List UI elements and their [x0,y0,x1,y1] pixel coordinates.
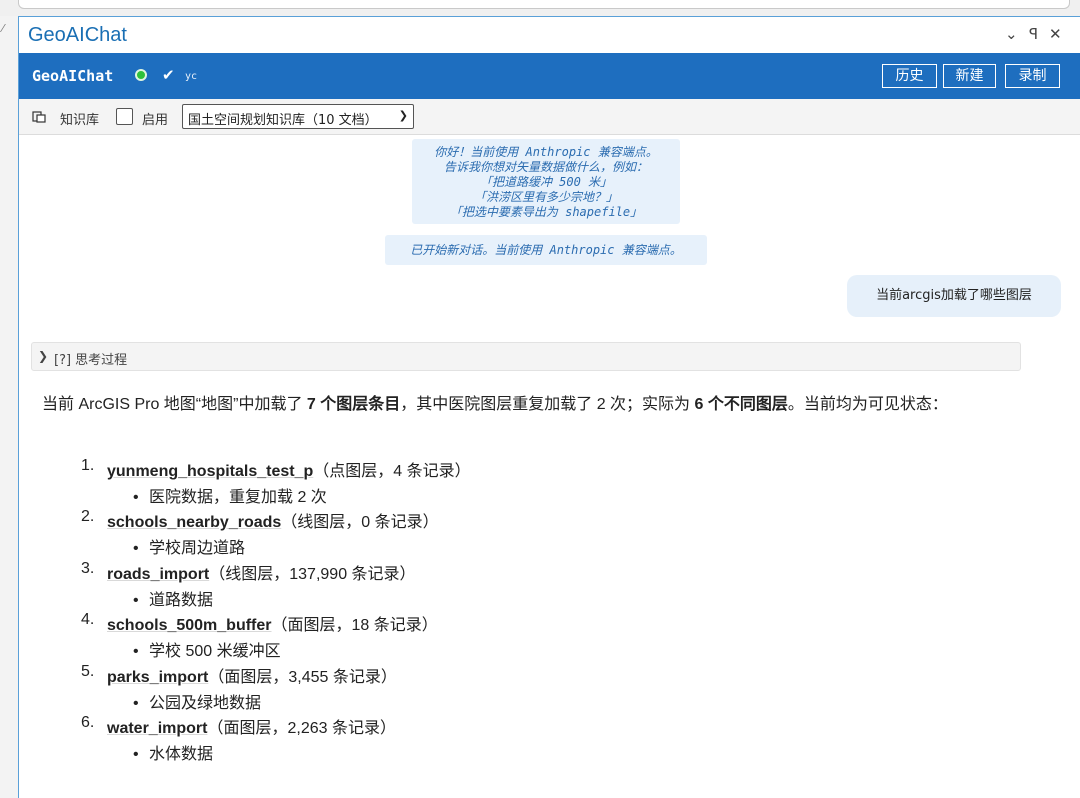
list-item: 4. schools_500m_buffer（面图层，18 条记录） • 学校 5… [63,611,963,662]
assistant-answer: 当前 ArcGIS Pro 地图“地图”中加载了 7 个图层条目，其中医院图层重… [42,392,1012,417]
kb-select-value: 国土空间规划知识库（10 文档） [188,113,378,128]
item-number: 4. [81,611,95,629]
welcome-line: 你好！当前使用 Anthropic 兼容端点。 [434,145,658,159]
chevron-right-icon: ❯ [38,349,49,363]
new-chat-notice: 已开始新对话。当前使用 Anthropic 兼容端点。 [385,235,707,265]
item-note: • 水体数据 [133,745,214,763]
status-dot [135,69,147,81]
layer-meta: （面图层，2,263 条记录） [207,719,396,737]
pane-titlebar: GeoAIChat ⌄ ꟼ ✕ [19,17,1080,53]
record-button[interactable]: 录制 [1005,64,1060,88]
pane-title: GeoAIChat [28,24,127,46]
layer-name: parks_import [107,668,209,686]
note-text: 学校周边道路 [149,540,246,558]
enable-checkbox[interactable] [116,108,133,125]
list-item: 6. water_import（面图层，2,263 条记录） • 水体数据 [63,714,963,765]
history-button[interactable]: 历史 [882,64,937,88]
kb-select[interactable]: 国土空间规划知识库（10 文档） ❯ [182,104,414,129]
chevron-down-icon: ❯ [398,109,408,122]
item-note: • 学校 500 米缓冲区 [133,643,281,661]
welcome-message: 你好！当前使用 Anthropic 兼容端点。 告诉我你想对矢量数据做什么，例如… [412,139,680,224]
item-note: • 公园及绿地数据 [133,694,262,712]
layer-meta: （点图层，4 条记录） [313,463,471,480]
thinking-label: [?] 思考过程 [54,353,128,368]
layer-meta: （面图层，18 条记录） [271,617,438,635]
layer-name: schools_nearby_roads [107,514,282,532]
enable-label: 启用 [142,113,169,128]
pin-icon[interactable]: ꟼ [1029,25,1038,43]
note-text: 学校 500 米缓冲区 [149,643,281,661]
note-text: 公园及绿地数据 [149,694,262,712]
close-icon[interactable]: ✕ [1049,25,1062,43]
welcome-line: 「把道路缓冲 500 米」 [479,175,613,189]
knowledge-base-icon [32,111,46,123]
answer-intro: 当前 ArcGIS Pro 地图“地图”中加载了 7 个图层条目，其中医院图层重… [42,392,1012,417]
item-number: 1. [81,457,95,474]
layer-meta: （线图层，0 条记录） [281,514,439,532]
intro-text: 。当前均为可见状态： [787,396,948,413]
item-title: schools_500m_buffer（面图层，18 条记录） [107,611,438,635]
app-header: GeoAIChat ✔ yc 历史 新建 录制 [19,53,1080,99]
item-number: 6. [81,713,95,731]
layer-list: 1. yunmeng_hospitals_test_p（点图层，4 条记录） •… [63,457,963,765]
list-item: 5. parks_import（面图层，3,455 条记录） • 公园及绿地数据 [63,663,963,714]
intro-bold: 7 个图层条目 [306,396,401,413]
geoaichat-pane: GeoAIChat ⌄ ꟼ ✕ GeoAIChat ✔ yc 历史 新建 录制 … [18,16,1080,798]
item-title: water_import（面图层，2,263 条记录） [107,714,396,738]
new-chat-button[interactable]: 新建 [943,64,996,88]
collapse-icon[interactable]: ⁄ [2,22,4,35]
kb-toolbar: 知识库 启用 国土空间规划知识库（10 文档） ❯ [19,99,1080,135]
item-number: 2. [81,508,95,526]
chevron-down-icon[interactable]: ⌄ [1005,25,1018,43]
list-item: 2. schools_nearby_roads（线图层，0 条记录） • 学校周边… [63,508,963,559]
list-item: 3. roads_import（线图层，137,990 条记录） • 道路数据 [63,560,963,611]
item-number: 5. [81,662,95,680]
layer-name: roads_import [107,565,210,583]
welcome-line: 「把选中要素导出为 shapefile」 [449,205,643,219]
note-text: 水体数据 [149,745,214,763]
intro-text: 当前 ArcGIS Pro 地图“地图”中加载了 [42,396,307,413]
item-note: • 学校周边道路 [133,540,246,558]
item-title: yunmeng_hospitals_test_p（点图层，4 条记录） [107,457,471,481]
layer-name: schools_500m_buffer [107,617,272,635]
item-title: roads_import（线图层，137,990 条记录） [107,560,416,584]
top-strip [0,0,1080,16]
layer-name: yunmeng_hospitals_test_p [107,463,314,480]
list-item: 1. yunmeng_hospitals_test_p（点图层，4 条记录） •… [63,457,963,508]
user-message: 当前arcgis加载了哪些图层 [847,275,1061,317]
item-note: • 道路数据 [133,591,214,609]
note-text: 医院数据，重复加载 2 次 [149,489,327,506]
intro-text: ，其中医院图层重复加载了 2 次；实际为 [400,396,695,413]
left-gutter: ⁄ [0,16,18,798]
top-panel-edge [18,0,1070,9]
layer-meta: （线图层，137,990 条记录） [209,565,416,583]
kb-label: 知识库 [60,113,100,128]
thinking-toggle[interactable]: ❯ [?] 思考过程 [31,342,1021,371]
item-title: parks_import（面图层，3,455 条记录） [107,663,397,687]
item-note: • 医院数据，重复加载 2 次 [133,489,327,506]
note-text: 道路数据 [149,591,214,609]
layer-meta: （面图层，3,455 条记录） [208,668,397,686]
welcome-line: 告诉我你想对矢量数据做什么，例如： [443,160,648,174]
item-number: 3. [81,559,95,577]
app-name: GeoAIChat [32,67,114,85]
chat-area: 你好！当前使用 Anthropic 兼容端点。 告诉我你想对矢量数据做什么，例如… [19,135,1080,798]
user-name: yc [185,71,198,82]
check-icon: ✔ [162,66,175,84]
intro-bold: 6 个不同图层 [694,396,788,413]
welcome-line: 「洪涝区里有多少宗地？」 [473,190,618,204]
item-title: schools_nearby_roads（线图层，0 条记录） [107,508,439,532]
layer-name: water_import [107,719,208,737]
